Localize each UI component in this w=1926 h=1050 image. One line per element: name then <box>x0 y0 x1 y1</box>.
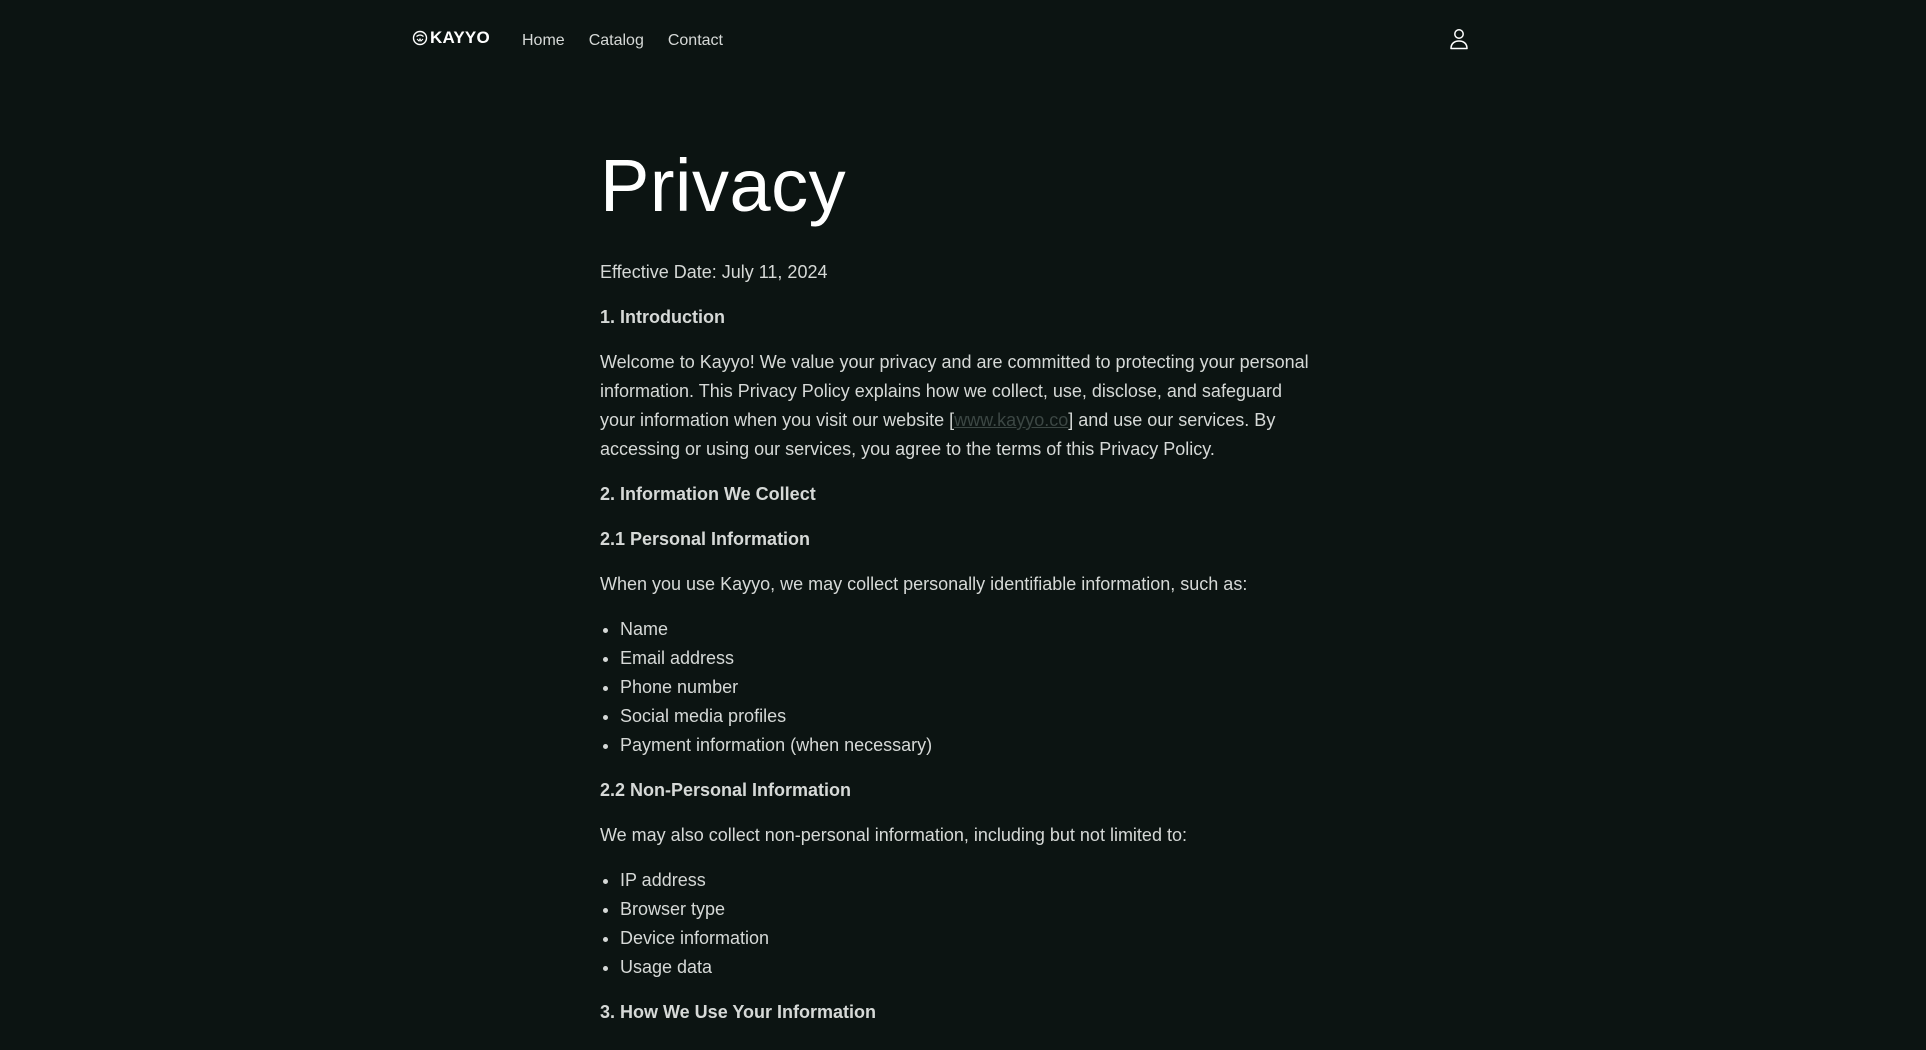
personal-info-list: Name Email address Phone number Social m… <box>600 615 1320 760</box>
logo-text: KAYYO <box>430 28 490 47</box>
policy-body: Effective Date: July 11, 2024 1. Introdu… <box>600 258 1320 1027</box>
list-item: Social media profiles <box>620 702 1320 731</box>
list-item: Browser type <box>620 895 1320 924</box>
section-heading-how-we-use: 3. How We Use Your Information <box>600 1002 877 1022</box>
page-title: Privacy <box>600 144 847 227</box>
website-link[interactable]: www.kayyo.co <box>954 410 1068 430</box>
list-item: Name <box>620 615 1320 644</box>
non-personal-info-intro: We may also collect non-personal informa… <box>600 825 1187 845</box>
list-item: Usage data <box>620 953 1320 982</box>
list-item: IP address <box>620 866 1320 895</box>
personal-info-intro: When you use Kayyo, we may collect perso… <box>600 574 1248 594</box>
nav-catalog[interactable]: Catalog <box>589 30 644 52</box>
site-header: KAYYO Home Catalog Contact <box>0 0 1926 82</box>
section-heading-introduction: 1. Introduction <box>600 307 725 327</box>
non-personal-info-list: IP address Browser type Device informati… <box>600 866 1320 982</box>
logo-link[interactable]: KAYYO <box>412 28 490 48</box>
user-icon <box>1449 28 1469 55</box>
list-item: Device information <box>620 924 1320 953</box>
subsection-heading-non-personal-information: 2.2 Non-Personal Information <box>600 780 852 800</box>
list-item: Payment information (when necessary) <box>620 731 1320 760</box>
introduction-paragraph: Welcome to Kayyo! We value your privacy … <box>600 348 1320 464</box>
subsection-heading-personal-information: 2.1 Personal Information <box>600 529 811 549</box>
list-item: Email address <box>620 644 1320 673</box>
effective-date: Effective Date: July 11, 2024 <box>600 262 828 282</box>
main-content: Privacy Effective Date: July 11, 2024 1.… <box>600 140 1320 1043</box>
nav-contact[interactable]: Contact <box>668 30 723 52</box>
account-button[interactable] <box>1446 28 1472 54</box>
section-heading-information-we-collect: 2. Information We Collect <box>600 484 816 504</box>
list-item: Phone number <box>620 673 1320 702</box>
nav-home[interactable]: Home <box>522 30 565 52</box>
main-nav: Home Catalog Contact <box>522 30 723 52</box>
kayyo-logo-icon <box>412 30 428 46</box>
